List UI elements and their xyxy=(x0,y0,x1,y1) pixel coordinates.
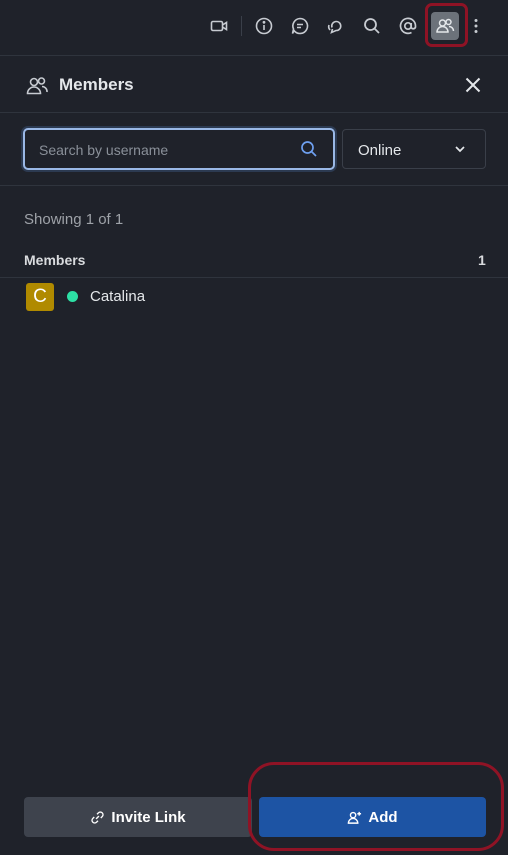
online-status-indicator xyxy=(67,291,78,302)
toolbar-divider xyxy=(241,16,242,36)
chevron-down-icon xyxy=(455,146,465,153)
members-icon-highlight xyxy=(425,3,468,47)
members-header-icon xyxy=(26,77,48,95)
search-field xyxy=(23,128,335,170)
status-filter-value: Online xyxy=(358,142,402,159)
panel-header: Members xyxy=(0,57,508,113)
member-item[interactable]: C Catalina xyxy=(0,281,508,313)
divider xyxy=(0,185,508,186)
threads-icon[interactable] xyxy=(322,12,350,40)
video-call-icon[interactable] xyxy=(205,12,233,40)
search-input[interactable] xyxy=(39,140,289,160)
info-icon[interactable] xyxy=(250,12,278,40)
invite-link-button[interactable]: Invite Link xyxy=(24,797,252,837)
results-count: Showing 1 of 1 xyxy=(24,211,124,228)
members-section-label: Members xyxy=(24,252,86,268)
search-field-icon xyxy=(301,141,317,157)
mentions-icon[interactable] xyxy=(394,12,422,40)
member-name: Catalina xyxy=(90,288,146,305)
search-icon[interactable] xyxy=(358,12,386,40)
members-section-count: 1 xyxy=(478,252,486,268)
discussion-icon[interactable] xyxy=(286,12,314,40)
add-button-highlight xyxy=(248,762,504,851)
divider xyxy=(0,277,508,278)
close-icon[interactable] xyxy=(461,73,485,97)
link-icon xyxy=(91,810,105,824)
status-filter-select[interactable]: Online xyxy=(342,129,486,169)
avatar: C xyxy=(26,283,54,311)
invite-link-label: Invite Link xyxy=(111,808,186,826)
room-toolbar xyxy=(0,0,508,56)
panel-title: Members xyxy=(59,75,134,94)
